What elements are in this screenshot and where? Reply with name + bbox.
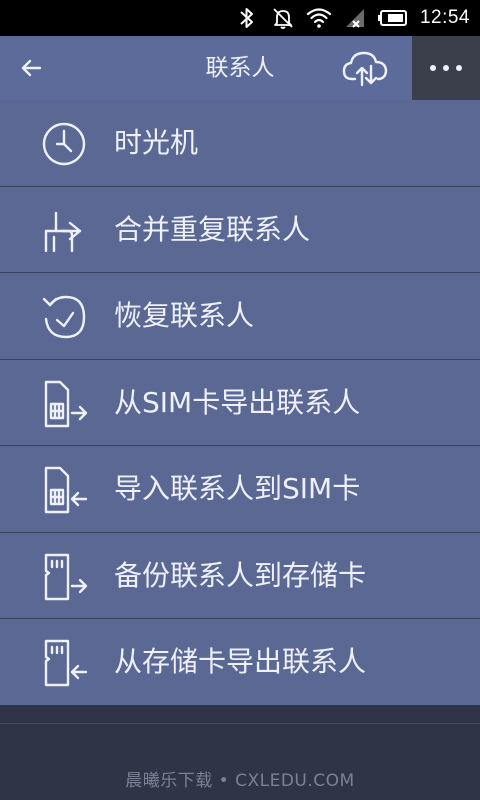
bluetooth-icon bbox=[234, 5, 260, 31]
menu-item-merge-duplicates[interactable]: 合并重复联系人 bbox=[0, 187, 480, 273]
menu-item-label: 从存储卡导出联系人 bbox=[114, 645, 367, 678]
signal-icon bbox=[342, 5, 368, 31]
cloud-sync-button[interactable] bbox=[340, 48, 394, 88]
more-horizontal-icon bbox=[430, 65, 462, 71]
restore-icon bbox=[42, 295, 86, 339]
menu-item-label: 导入联系人到SIM卡 bbox=[114, 472, 361, 505]
menu-item-label: 备份联系人到存储卡 bbox=[114, 558, 367, 592]
bottom-area: 晨曦乐下载 • CXLEDU.COM bbox=[0, 705, 480, 800]
battery-icon bbox=[377, 5, 408, 31]
sim-export-icon bbox=[44, 380, 88, 427]
app-bar: 联系人 bbox=[0, 36, 480, 100]
menu-item-import-to-sim[interactable]: 导入联系人到SIM卡 bbox=[0, 446, 480, 533]
menu-item-export-from-sim[interactable]: 从SIM卡导出联系人 bbox=[0, 360, 480, 446]
more-options-button[interactable] bbox=[412, 36, 480, 100]
cloud-sync-icon bbox=[342, 51, 388, 87]
menu-item-label: 从SIM卡导出联系人 bbox=[114, 385, 361, 419]
menu-item-restore-contacts[interactable]: 恢复联系人 bbox=[0, 273, 480, 360]
notifications-off-icon bbox=[270, 5, 296, 31]
menu-item-time-machine[interactable]: 时光机 bbox=[0, 100, 480, 187]
merge-icon bbox=[44, 211, 82, 252]
status-bar: 12:54 bbox=[0, 0, 480, 36]
divider bbox=[0, 723, 480, 724]
menu-item-backup-to-sdcard[interactable]: 备份联系人到存储卡 bbox=[0, 533, 480, 619]
sdcard-export-icon bbox=[44, 639, 88, 687]
watermark-text: 晨曦乐下载 • CXLEDU.COM bbox=[125, 771, 355, 791]
page-title: 联系人 bbox=[205, 55, 275, 81]
menu-item-label: 时光机 bbox=[114, 126, 199, 159]
menu-item-label: 合并重复联系人 bbox=[114, 212, 311, 246]
menu-item-export-from-sdcard[interactable]: 从存储卡导出联系人 bbox=[0, 619, 480, 706]
sdcard-backup-icon bbox=[44, 553, 88, 600]
status-time: 12:54 bbox=[419, 7, 470, 28]
menu-item-label: 恢复联系人 bbox=[114, 299, 255, 332]
wifi-icon bbox=[306, 5, 332, 31]
arrow-left-icon bbox=[21, 59, 42, 77]
clock-icon bbox=[42, 122, 86, 166]
options-menu: 时光机 合并重复联系人 恢复联系人 从SIM卡导出联系人 导入联系人到SIM卡 … bbox=[0, 100, 480, 706]
sim-import-icon bbox=[44, 466, 88, 514]
back-button[interactable] bbox=[16, 53, 46, 83]
